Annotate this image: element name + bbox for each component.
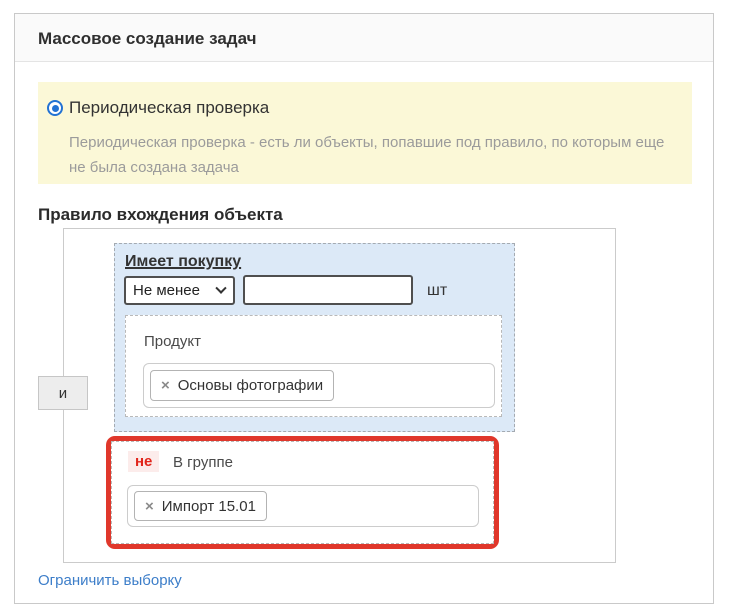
purchase-condition-box: Имеет покупку Не менее шт Продукт × Осно… <box>114 243 515 432</box>
product-tag-input[interactable]: × Основы фотографии <box>143 363 495 408</box>
group-field-label: В группе <box>173 454 233 471</box>
group-tag: × Импорт 15.01 <box>134 491 267 521</box>
group-tag-input[interactable]: × Импорт 15.01 <box>127 485 479 527</box>
periodic-check-label[interactable]: Периодическая проверка <box>69 98 269 118</box>
radio-dot-icon <box>51 104 59 112</box>
operator-select-value: Не менее <box>133 282 200 299</box>
periodic-check-notice: Периодическая проверка Периодическая про… <box>38 82 692 184</box>
and-connector[interactable]: и <box>38 376 88 410</box>
amount-input[interactable] <box>243 275 413 305</box>
limit-selection-link[interactable]: Ограничить выборку <box>38 572 182 589</box>
product-tag-label: Основы фотографии <box>177 377 324 394</box>
periodic-check-description: Периодическая проверка - есть ли объекты… <box>69 130 664 180</box>
rule-section-title: Правило вхождения объекта <box>38 205 283 224</box>
group-condition-highlight: не В группе × Импорт 15.01 <box>106 436 499 549</box>
product-tag: × Основы фотографии <box>150 370 335 401</box>
panel-header: Массовое создание задач <box>15 14 713 62</box>
description-line-1: Периодическая проверка - есть ли объекты… <box>69 134 665 151</box>
chevron-down-icon <box>215 282 227 294</box>
mass-task-creation-panel: Массовое создание задач Периодическая пр… <box>14 13 714 604</box>
product-field-label: Продукт <box>144 333 201 350</box>
product-subcondition-box: Продукт × Основы фотографии <box>125 315 502 417</box>
operator-select[interactable]: Не менее <box>124 276 235 305</box>
description-line-2: не была создана задача <box>69 159 239 176</box>
remove-tag-icon[interactable]: × <box>145 499 154 514</box>
remove-tag-icon[interactable]: × <box>161 378 170 393</box>
purchase-condition-title: Имеет покупку <box>125 253 242 270</box>
group-tag-label: Импорт 15.01 <box>161 497 256 515</box>
periodic-check-radio[interactable] <box>47 100 63 116</box>
unit-label: шт <box>427 282 448 299</box>
group-condition-box: не В группе × Импорт 15.01 <box>111 441 494 544</box>
rule-builder-box: и Имеет покупку Не менее шт Продукт × Ос… <box>38 228 616 563</box>
not-toggle[interactable]: не <box>128 451 160 472</box>
panel-title: Массовое создание задач <box>38 29 257 48</box>
